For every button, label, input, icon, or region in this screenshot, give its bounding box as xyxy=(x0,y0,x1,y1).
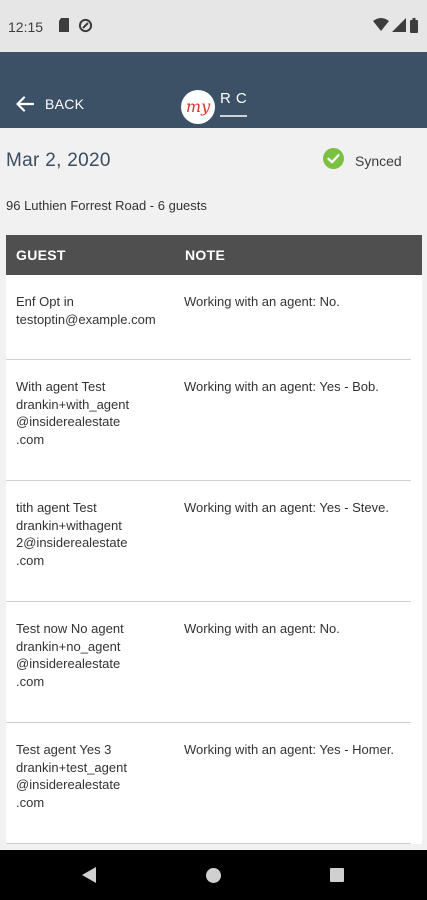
column-header-note: NOTE xyxy=(185,247,226,263)
event-date: Mar 2, 2020 xyxy=(6,150,111,171)
app-bar: BACK my RC xyxy=(0,52,427,128)
guest-table: GUEST NOTE Enf Opt in testoptin@example.… xyxy=(6,235,422,844)
data-saver-icon xyxy=(78,18,93,38)
table-row[interactable]: tith agent Test drankin+withagent 2@insi… xyxy=(6,481,411,602)
note-cell: Working with an agent: No. xyxy=(184,294,340,309)
guest-cell: Test agent Yes 3 drankin+test_agent @ins… xyxy=(16,742,127,810)
arrow-back-icon xyxy=(16,96,34,112)
guest-cell: Enf Opt in testoptin@example.com xyxy=(16,294,156,327)
guest-cell: tith agent Test drankin+withagent 2@insi… xyxy=(16,500,128,568)
note-cell: Working with an agent: Yes - Homer. xyxy=(184,742,395,757)
event-summary: 96 Luthien Forrest Road - 6 guests xyxy=(6,198,207,213)
sd-card-icon xyxy=(58,18,70,37)
sync-label: Synced xyxy=(355,153,402,169)
note-cell: Working with an agent: Yes - Steve. xyxy=(184,500,389,515)
wifi-icon xyxy=(373,18,389,37)
column-header-guest: GUEST xyxy=(16,247,66,263)
logo-script-text: my xyxy=(186,97,211,116)
system-navigation-bar xyxy=(0,850,427,900)
table-row[interactable]: Test now No agent drankin+no_agent @insi… xyxy=(6,602,411,723)
guest-cell: Test now No agent drankin+no_agent @insi… xyxy=(16,621,124,689)
battery-icon xyxy=(410,18,418,38)
home-circle-icon[interactable] xyxy=(206,868,221,888)
logo-letters: RC xyxy=(220,90,251,107)
table-header: GUEST NOTE xyxy=(6,235,422,275)
back-label: BACK xyxy=(45,96,85,112)
table-row[interactable]: Enf Opt in testoptin@example.com Working… xyxy=(6,275,411,360)
status-bar: 12:15 xyxy=(0,0,427,52)
signal-icon xyxy=(392,18,406,37)
recents-square-icon[interactable] xyxy=(330,868,344,887)
back-triangle-icon[interactable] xyxy=(82,867,96,888)
event-detail: Mar 2, 2020 Synced 96 Luthien Forrest Ro… xyxy=(0,128,427,850)
status-time: 12:15 xyxy=(8,19,44,35)
note-cell: Working with an agent: No. xyxy=(184,621,340,636)
back-button[interactable]: BACK xyxy=(16,96,84,112)
table-row[interactable]: With agent Test drankin+with_agent @insi… xyxy=(6,360,411,481)
guest-cell: With agent Test drankin+with_agent @insi… xyxy=(16,379,130,447)
table-row[interactable]: Test agent Yes 3 drankin+test_agent @ins… xyxy=(6,723,411,844)
sync-status: Synced xyxy=(323,148,402,174)
note-cell: Working with an agent: Yes - Bob. xyxy=(184,379,379,394)
myrc-logo: my RC xyxy=(181,89,251,125)
table-body: Enf Opt in testoptin@example.com Working… xyxy=(6,275,422,844)
check-circle-icon xyxy=(323,148,344,174)
